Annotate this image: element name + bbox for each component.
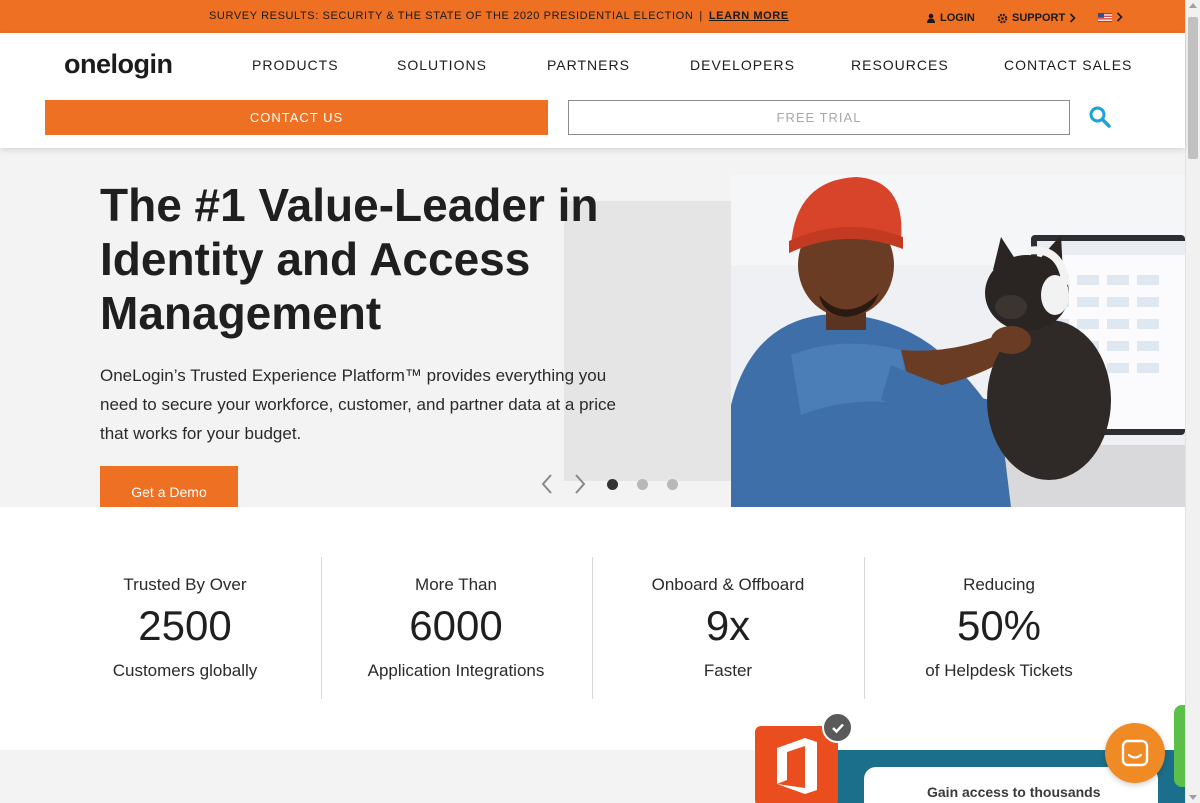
stat-value: 6000 bbox=[409, 602, 503, 649]
scroll-down-arrow[interactable] bbox=[1189, 795, 1197, 800]
onelogin-logo[interactable]: onelogin bbox=[64, 49, 173, 80]
page-scrollbar[interactable] bbox=[1185, 0, 1200, 803]
chevron-right-icon bbox=[1070, 13, 1076, 23]
search-button[interactable] bbox=[1088, 105, 1112, 129]
scrollbar-thumb[interactable] bbox=[1188, 17, 1198, 159]
language-selector[interactable] bbox=[1098, 12, 1123, 22]
scroll-up-arrow[interactable] bbox=[1189, 3, 1197, 8]
stats-section: Trusted By Over 2500 Customers globally … bbox=[0, 507, 1185, 750]
integrations-section: Gain access to thousands bbox=[0, 750, 1185, 803]
stat-label-top: Trusted By Over bbox=[123, 575, 247, 594]
stat-value: 50% bbox=[956, 602, 1042, 649]
hero-image bbox=[731, 175, 1185, 507]
stat-label-bottom: Customers globally bbox=[112, 661, 258, 680]
nav-contact-sales[interactable]: CONTACT SALES bbox=[1004, 57, 1132, 73]
check-badge bbox=[822, 712, 853, 743]
hero-title: The #1 Value-Leader in Identity and Acce… bbox=[100, 179, 599, 339]
learn-more-link[interactable]: LEARN MORE bbox=[709, 10, 789, 22]
site-header: onelogin PRODUCTS SOLUTIONS PARTNERS DEV… bbox=[0, 33, 1185, 148]
carousel-dot-3[interactable] bbox=[667, 479, 678, 490]
carousel-prev-button[interactable] bbox=[539, 472, 555, 496]
search-icon bbox=[1089, 106, 1111, 128]
hero-description: OneLogin’s Trusted Experience Platform™ … bbox=[100, 366, 616, 443]
integrations-card-text: Gain access to thousands bbox=[927, 784, 1101, 800]
chevron-right-icon bbox=[1116, 12, 1123, 22]
get-a-demo-button[interactable]: Get a Demo bbox=[100, 466, 238, 507]
support-label: SUPPORT bbox=[1012, 12, 1066, 24]
announcement-text: SURVEY RESULTS: SECURITY & THE STATE OF … bbox=[209, 10, 694, 22]
nav-partners[interactable]: PARTNERS bbox=[547, 57, 630, 73]
check-icon bbox=[831, 723, 844, 733]
stat-helpdesk: Reducing 50% of Helpdesk Tickets bbox=[864, 557, 1134, 699]
chevron-right-icon bbox=[575, 474, 586, 494]
stat-label-top: Onboard & Offboard bbox=[651, 575, 805, 594]
stat-onboarding: Onboard & Offboard 9x Faster bbox=[593, 557, 863, 699]
carousel-dot-2[interactable] bbox=[637, 479, 648, 490]
carousel-dot-1[interactable] bbox=[607, 479, 618, 490]
chat-launcher-button[interactable] bbox=[1105, 723, 1165, 783]
free-trial-button[interactable]: FREE TRIAL bbox=[568, 100, 1070, 135]
nav-solutions[interactable]: SOLUTIONS bbox=[397, 57, 487, 73]
stat-customers: Trusted By Over 2500 Customers globally bbox=[50, 557, 320, 699]
nav-products[interactable]: PRODUCTS bbox=[252, 57, 339, 73]
chat-icon bbox=[1121, 739, 1149, 767]
stat-value: 9x bbox=[705, 602, 751, 649]
man-with-dog-illustration bbox=[731, 175, 1185, 507]
login-label: LOGIN bbox=[940, 12, 975, 24]
announcement-separator: | bbox=[699, 10, 703, 22]
announcement: SURVEY RESULTS: SECURITY & THE STATE OF … bbox=[209, 10, 789, 22]
stat-value: 2500 bbox=[138, 602, 232, 649]
stat-label-bottom: of Helpdesk Tickets bbox=[925, 661, 1073, 680]
hero-section: The #1 Value-Leader in Identity and Acce… bbox=[0, 148, 1185, 507]
support-link[interactable]: SUPPORT bbox=[997, 12, 1076, 24]
contact-us-button[interactable]: CONTACT US bbox=[45, 100, 548, 135]
nav-developers[interactable]: DEVELOPERS bbox=[690, 57, 795, 73]
gear-icon bbox=[997, 13, 1008, 23]
login-link[interactable]: LOGIN bbox=[926, 12, 975, 24]
us-flag-icon bbox=[1098, 12, 1112, 22]
chevron-left-icon bbox=[541, 474, 552, 494]
announcement-bar: SURVEY RESULTS: SECURITY & THE STATE OF … bbox=[0, 0, 1185, 33]
carousel-next-button[interactable] bbox=[572, 472, 588, 496]
stat-label-top: More Than bbox=[415, 575, 497, 594]
stat-label-bottom: Faster bbox=[703, 661, 753, 680]
stat-label-bottom: Application Integrations bbox=[367, 661, 545, 680]
nav-resources[interactable]: RESOURCES bbox=[851, 57, 949, 73]
stat-integrations: More Than 6000 Application Integrations bbox=[321, 557, 591, 699]
stat-label-top: Reducing bbox=[963, 575, 1035, 594]
feedback-tab[interactable] bbox=[1174, 705, 1185, 787]
user-icon bbox=[927, 13, 935, 23]
